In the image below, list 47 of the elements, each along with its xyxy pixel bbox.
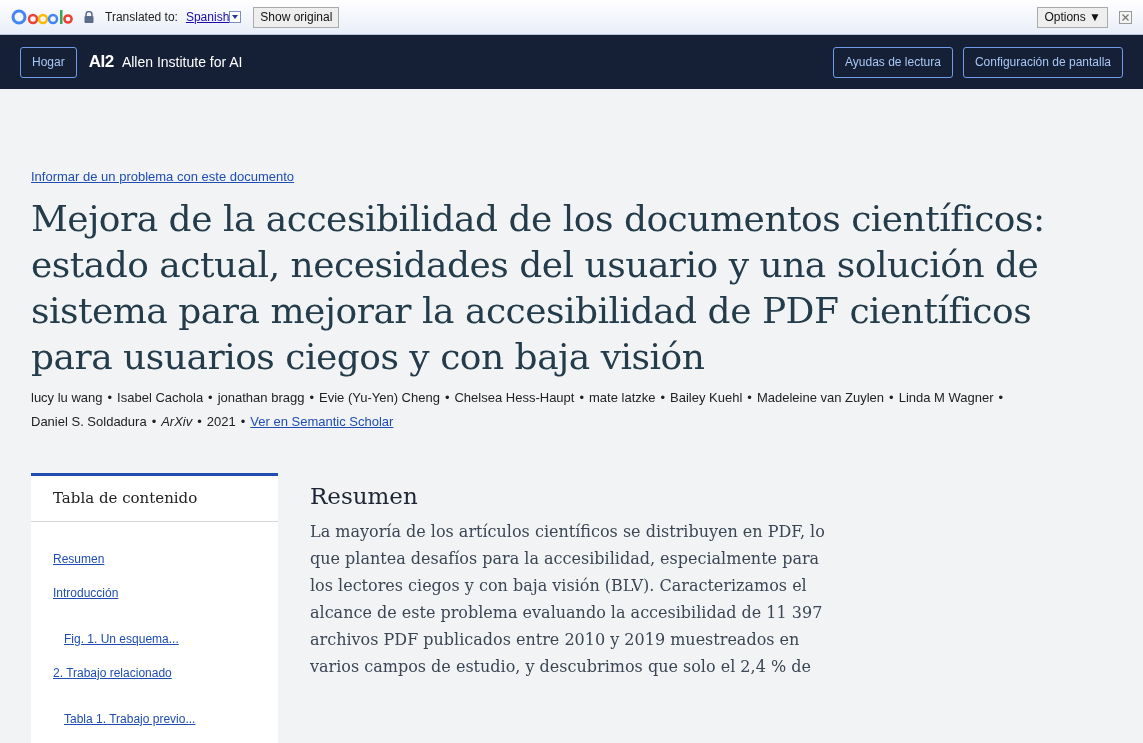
separator: • [309, 390, 314, 405]
lock-icon [84, 11, 94, 23]
year: 2021 [206, 414, 236, 429]
toc-link[interactable]: Tabla 1. Trabajo previo... [64, 712, 196, 726]
separator: • [151, 414, 157, 429]
org-name: Allen Institute for AI [121, 52, 243, 72]
author-name: Evie (Yu-Yen) Cheng [319, 390, 440, 405]
author-name: Daniel S. Soldadura [31, 414, 147, 429]
separator: • [747, 390, 752, 405]
separator: • [240, 414, 246, 429]
author-name: Isabel Cachola [117, 390, 204, 405]
translated-label: Translated to: [105, 9, 178, 26]
show-original-button[interactable]: Show original [253, 6, 340, 28]
author-name: Chelsea Hess-Haupt [454, 390, 575, 405]
author-name: mate latzke [589, 390, 656, 405]
paper-title: Mejora de la accesibilidad de los documentos científicos: estado actual, necesidades del usuario y una solución de sistema para mejorar la accesibilidad de PDF científicos para usuarios ciegos y con baja visión [31, 197, 1046, 379]
author-name: lucy lu wang [31, 390, 103, 405]
separator: • [197, 414, 202, 429]
language-link[interactable]: Spanish [185, 8, 230, 26]
header-button[interactable]: Ayudas de lectura [833, 46, 953, 78]
venue: ArXiv [161, 414, 193, 429]
toc-link[interactable]: Fig. 1. Un esquema... [64, 632, 179, 646]
separator: • [208, 390, 213, 405]
abstract-text: La mayoría de los artículos científicos se distribuyen en PDF, lo que plantea desafíos para la accesibilidad, especialmente para los lectores ciegos y con baja visión (BLV). Caracterizamos el alcance de este problema evaluando la accesibilidad de 11 397 archivos PDF publicados entre 2010 y 2019 muestreados en varios campos de estudio, y descubrimos que solo el 2,4 % de [310, 520, 826, 678]
toc-link[interactable]: Resumen [53, 552, 105, 566]
author-name: jonathan bragg [217, 390, 305, 405]
author-name: Madeleine van Zuylen [756, 390, 885, 405]
toc-title: Tabla de contenido [53, 488, 198, 510]
dropdown-icon[interactable] [229, 11, 242, 23]
section-heading: Resumen [310, 482, 419, 511]
options-button[interactable]: Options ▼ [1037, 6, 1108, 28]
logo: AI2 [88, 51, 114, 74]
toc-link[interactable]: Introducción [53, 586, 119, 600]
semantic-scholar-link[interactable]: Ver en Semantic Scholar [250, 414, 394, 429]
home-button[interactable]: Hogar [20, 46, 77, 78]
author-name: Bailey Kuehl [670, 390, 743, 405]
header-button[interactable]: Configuración de pantalla [962, 46, 1123, 78]
report-link[interactable]: Informar de un problema con este documento [31, 169, 295, 184]
separator: • [660, 390, 666, 405]
separator: • [579, 390, 584, 405]
separator: • [444, 390, 450, 405]
separator: • [998, 390, 1004, 405]
close-icon[interactable] [1119, 10, 1132, 24]
separator: • [889, 390, 894, 405]
author-name: Linda M Wagner [898, 390, 994, 405]
toc-link[interactable]: 2. Trabajo relacionado [53, 666, 172, 680]
separator: • [107, 390, 113, 405]
